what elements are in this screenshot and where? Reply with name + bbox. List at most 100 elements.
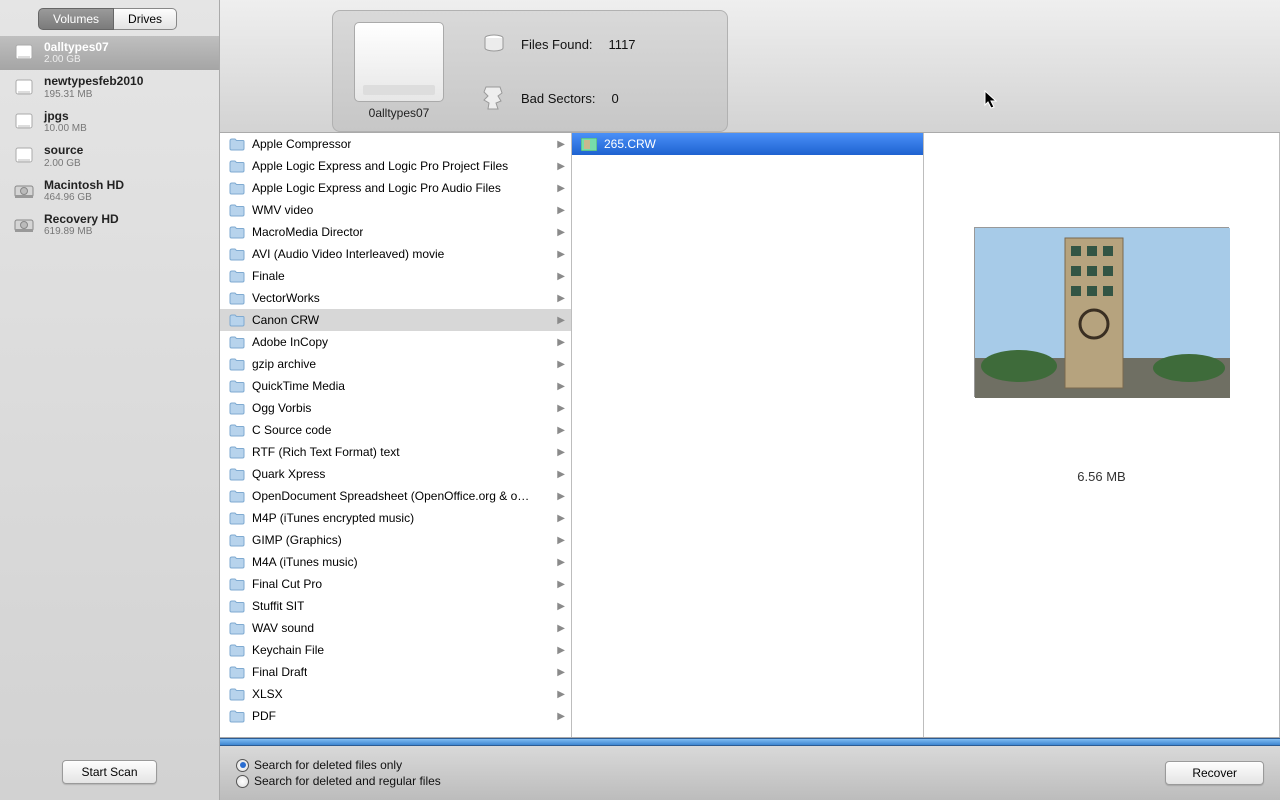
folder-icon bbox=[228, 643, 246, 657]
divider-bar[interactable] bbox=[220, 738, 1280, 746]
file-thumbnail-icon bbox=[580, 137, 598, 151]
chevron-right-icon: ▶ bbox=[557, 337, 565, 348]
volume-name: Macintosh HD bbox=[44, 178, 124, 192]
sidebar-tabs: Volumes Drives bbox=[0, 0, 219, 36]
chevron-right-icon: ▶ bbox=[557, 359, 565, 370]
chevron-right-icon: ▶ bbox=[557, 183, 565, 194]
radio-deleted-only[interactable]: Search for deleted files only bbox=[236, 758, 441, 772]
category-row[interactable]: Apple Logic Express and Logic Pro Audio … bbox=[220, 177, 571, 199]
category-row[interactable]: Ogg Vorbis▶ bbox=[220, 397, 571, 419]
folder-icon bbox=[228, 687, 246, 701]
category-row[interactable]: Quark Xpress▶ bbox=[220, 463, 571, 485]
volume-list: 0alltypes072.00 GBnewtypesfeb2010195.31 … bbox=[0, 36, 219, 746]
volume-name: newtypesfeb2010 bbox=[44, 74, 143, 88]
category-row[interactable]: PDF▶ bbox=[220, 705, 571, 727]
category-row[interactable]: Keychain File▶ bbox=[220, 639, 571, 661]
category-label: Final Cut Pro bbox=[252, 577, 322, 591]
footer: Search for deleted files only Search for… bbox=[220, 746, 1280, 800]
volume-item[interactable]: 0alltypes072.00 GB bbox=[0, 36, 219, 70]
category-row[interactable]: Final Draft▶ bbox=[220, 661, 571, 683]
category-label: Final Draft bbox=[252, 665, 307, 679]
category-row[interactable]: MacroMedia Director▶ bbox=[220, 221, 571, 243]
category-label: C Source code bbox=[252, 423, 331, 437]
folder-icon bbox=[228, 269, 246, 283]
start-scan-button[interactable]: Start Scan bbox=[62, 760, 156, 784]
chevron-right-icon: ▶ bbox=[557, 139, 565, 150]
category-label: Apple Compressor bbox=[252, 137, 351, 151]
volume-size: 464.96 GB bbox=[44, 192, 124, 204]
category-row[interactable]: Final Cut Pro▶ bbox=[220, 573, 571, 595]
chevron-right-icon: ▶ bbox=[557, 315, 565, 326]
category-row[interactable]: Stuffit SIT▶ bbox=[220, 595, 571, 617]
category-row[interactable]: RTF (Rich Text Format) text▶ bbox=[220, 441, 571, 463]
main-area: 0alltypes07 Files Found: 1117 B bbox=[220, 0, 1280, 800]
recover-button[interactable]: Recover bbox=[1165, 761, 1264, 785]
volume-name: source bbox=[44, 143, 83, 157]
category-label: Finale bbox=[252, 269, 285, 283]
tab-volumes[interactable]: Volumes bbox=[38, 8, 114, 30]
category-row[interactable]: Apple Compressor ▶ bbox=[220, 133, 571, 155]
category-row[interactable]: gzip archive▶ bbox=[220, 353, 571, 375]
folder-icon bbox=[228, 489, 246, 503]
chevron-right-icon: ▶ bbox=[557, 711, 565, 722]
folder-icon bbox=[228, 511, 246, 525]
chevron-right-icon: ▶ bbox=[557, 425, 565, 436]
radio-deleted-and-regular[interactable]: Search for deleted and regular files bbox=[236, 774, 441, 788]
volume-item[interactable]: source2.00 GB bbox=[0, 139, 219, 173]
category-row[interactable]: C Source code ▶ bbox=[220, 419, 571, 441]
folder-icon bbox=[228, 445, 246, 459]
chevron-right-icon: ▶ bbox=[557, 227, 565, 238]
preview-column: 6.56 MB bbox=[924, 133, 1280, 737]
folder-icon bbox=[228, 291, 246, 305]
file-row[interactable]: 265.CRW bbox=[572, 133, 923, 155]
folder-icon bbox=[228, 599, 246, 613]
folder-icon bbox=[228, 225, 246, 239]
preview-thumbnail bbox=[974, 227, 1229, 397]
category-row[interactable]: GIMP (Graphics)▶ bbox=[220, 529, 571, 551]
category-label: WAV sound bbox=[252, 621, 314, 635]
volume-item[interactable]: Recovery HD619.89 MB bbox=[0, 208, 219, 242]
drive-name-label: 0alltypes07 bbox=[347, 106, 451, 120]
volume-item[interactable]: newtypesfeb2010195.31 MB bbox=[0, 70, 219, 104]
file-name: 265.CRW bbox=[604, 137, 656, 151]
volume-name: Recovery HD bbox=[44, 212, 119, 226]
volume-item[interactable]: Macintosh HD464.96 GB bbox=[0, 174, 219, 208]
chevron-right-icon: ▶ bbox=[557, 249, 565, 260]
category-row[interactable]: Canon CRW▶ bbox=[220, 309, 571, 331]
folder-icon bbox=[228, 709, 246, 723]
folder-icon bbox=[228, 621, 246, 635]
category-row[interactable]: XLSX▶ bbox=[220, 683, 571, 705]
bad-sectors-label: Bad Sectors: bbox=[521, 91, 595, 106]
category-label: OpenDocument Spreadsheet (OpenOffice.org… bbox=[252, 489, 529, 503]
folder-icon bbox=[228, 181, 246, 195]
disk-icon bbox=[12, 213, 36, 237]
category-row[interactable]: VectorWorks▶ bbox=[220, 287, 571, 309]
category-row[interactable]: WMV video▶ bbox=[220, 199, 571, 221]
folder-icon bbox=[228, 379, 246, 393]
category-row[interactable]: Adobe InCopy▶ bbox=[220, 331, 571, 353]
folder-icon bbox=[228, 313, 246, 327]
category-row[interactable]: QuickTime Media▶ bbox=[220, 375, 571, 397]
category-row[interactable]: AVI (Audio Video Interleaved) movie▶ bbox=[220, 243, 571, 265]
category-row[interactable]: M4P (iTunes encrypted music)▶ bbox=[220, 507, 571, 529]
category-row[interactable]: Apple Logic Express and Logic Pro Projec… bbox=[220, 155, 571, 177]
radio-dot-icon bbox=[236, 759, 249, 772]
category-row[interactable]: Finale ▶ bbox=[220, 265, 571, 287]
category-row[interactable]: WAV sound▶ bbox=[220, 617, 571, 639]
tab-drives[interactable]: Drives bbox=[114, 8, 177, 30]
volume-name: 0alltypes07 bbox=[44, 40, 109, 54]
folder-icon bbox=[228, 137, 246, 151]
folder-icon bbox=[228, 203, 246, 217]
category-row[interactable]: OpenDocument Spreadsheet (OpenOffice.org… bbox=[220, 485, 571, 507]
category-row[interactable]: M4A (iTunes music)▶ bbox=[220, 551, 571, 573]
disk-icon bbox=[12, 179, 36, 203]
category-label: M4A (iTunes music) bbox=[252, 555, 358, 569]
category-column[interactable]: Apple Compressor ▶ Apple Logic Express and… bbox=[220, 133, 572, 737]
chevron-right-icon: ▶ bbox=[557, 271, 565, 282]
folder-icon bbox=[228, 467, 246, 481]
folder-icon bbox=[228, 247, 246, 261]
header: 0alltypes07 Files Found: 1117 B bbox=[220, 0, 1280, 132]
category-label: Apple Logic Express and Logic Pro Audio … bbox=[252, 181, 501, 195]
volume-item[interactable]: jpgs10.00 MB bbox=[0, 105, 219, 139]
file-column[interactable]: 265.CRW bbox=[572, 133, 924, 737]
